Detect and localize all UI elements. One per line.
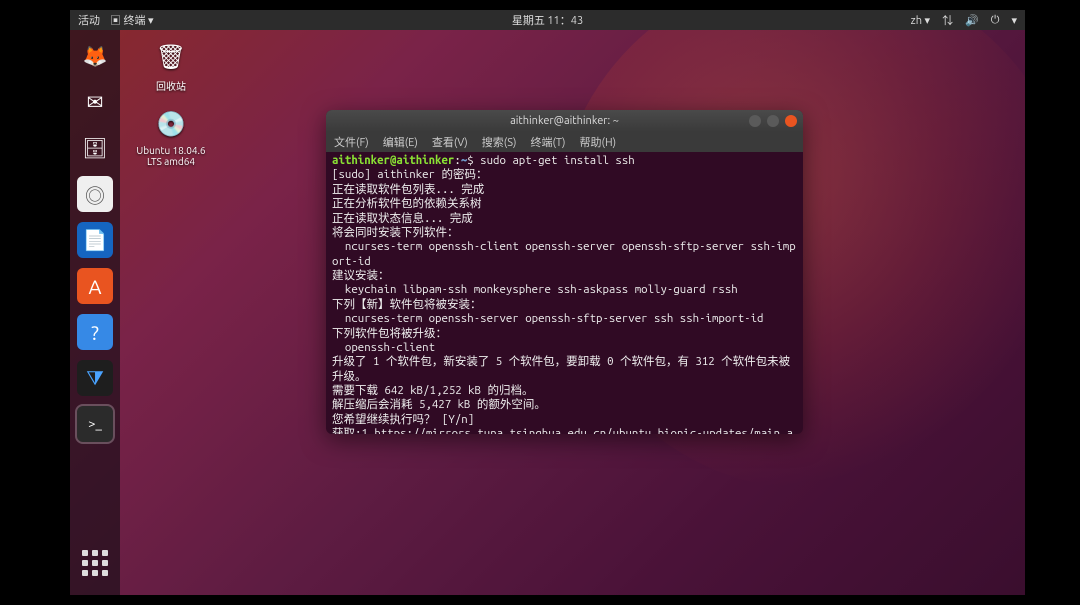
terminal-output[interactable]: aithinker@aithinker:~$ sudo apt-get inst…: [326, 152, 803, 434]
document-icon: 📄: [83, 228, 108, 252]
shopping-bag-icon: A: [89, 275, 102, 298]
desktop-icons-area: 🗑 回收站 💿 Ubuntu 18.04.6 LTS amd64: [136, 40, 206, 167]
trash-label: 回收站: [156, 78, 186, 93]
terminal-line: 获取:1 https://mirrors.tuna.tsinghua.edu.c…: [332, 427, 797, 434]
terminal-indicator-icon: ▣: [110, 15, 121, 27]
terminal-line: ncurses-term openssh-server openssh-sftp…: [332, 312, 797, 326]
gnome-terminal-window[interactable]: aithinker@aithinker: ~ 文件(F) 编辑(E) 查看(V)…: [326, 110, 803, 434]
libreoffice-writer-icon[interactable]: 📄: [77, 222, 113, 258]
prompt-icon: >_: [88, 417, 102, 431]
activities-button[interactable]: 活动: [78, 12, 100, 28]
terminal-dock-icon[interactable]: >_: [77, 406, 113, 442]
terminal-line: keychain libpam-ssh monkeysphere ssh-ask…: [332, 283, 797, 297]
trash-desktop-icon[interactable]: 🗑 回收站: [136, 40, 206, 93]
terminal-line: 将会同时安装下列软件：: [332, 226, 797, 240]
terminal-line: 下列【新】软件包将被安装：: [332, 298, 797, 312]
dvd-icon: 💿: [151, 107, 191, 141]
minimize-button[interactable]: [749, 115, 761, 127]
terminal-line: ncurses-term openssh-client openssh-serv…: [332, 240, 797, 269]
trash-icon: 🗑: [151, 40, 191, 74]
menu-help[interactable]: 帮助(H): [580, 134, 617, 150]
mail-icon: ✉: [87, 90, 104, 114]
terminal-line: 升级了 1 个软件包，新安装了 5 个软件包，要卸载 0 个软件包，有 312 …: [332, 355, 797, 384]
menu-file[interactable]: 文件(F): [334, 134, 369, 150]
drawer-icon: 🗄: [82, 136, 107, 160]
menu-view[interactable]: 查看(V): [432, 134, 468, 150]
terminal-line: 需要下载 642 kB/1,252 kB 的归档。: [332, 384, 797, 398]
terminal-line: 解压缩后会消耗 5,427 kB 的额外空间。: [332, 398, 797, 412]
firefox-icon[interactable]: 🦊: [77, 38, 113, 74]
close-button[interactable]: [785, 115, 797, 127]
rhythmbox-icon[interactable]: ◎: [77, 176, 113, 212]
system-menu-chevron-icon[interactable]: ▾: [1011, 14, 1017, 27]
terminal-menubar: 文件(F) 编辑(E) 查看(V) 搜索(S) 终端(T) 帮助(H): [326, 132, 803, 152]
network-icon[interactable]: ⇅: [942, 12, 953, 28]
input-method-indicator[interactable]: zh ▾: [911, 14, 930, 27]
code-icon: ⧩: [86, 366, 104, 390]
terminal-title: aithinker@aithinker: ~: [326, 115, 803, 127]
terminal-titlebar[interactable]: aithinker@aithinker: ~: [326, 110, 803, 132]
install-media-desktop-icon[interactable]: 💿 Ubuntu 18.04.6 LTS amd64: [136, 107, 206, 167]
menu-edit[interactable]: 编辑(E): [383, 134, 418, 150]
question-icon: ?: [91, 321, 99, 344]
sound-icon[interactable]: 🔊: [965, 14, 979, 27]
terminal-line: 正在读取软件包列表... 完成: [332, 183, 797, 197]
power-icon[interactable]: ⏻: [991, 14, 1000, 27]
terminal-line: 正在分析软件包的依赖关系树: [332, 197, 797, 211]
menu-terminal[interactable]: 终端(T): [530, 134, 565, 150]
gnome-topbar: 活动 ▣ 终端 ▾ 星期五 11：43 zh ▾ ⇅ 🔊 ⏻ ▾: [70, 10, 1025, 30]
ubuntu-dock: 🦊 ✉ 🗄 ◎ 📄 A ? ⧩ >_: [70, 30, 120, 595]
terminal-line: 您希望继续执行吗？ [Y/n]: [332, 413, 797, 427]
vscode-icon[interactable]: ⧩: [77, 360, 113, 396]
disc-icon: ◎: [85, 180, 105, 209]
files-icon[interactable]: 🗄: [77, 130, 113, 166]
terminal-line: openssh-client: [332, 341, 797, 355]
terminal-line: [sudo] aithinker 的密码：: [332, 168, 797, 182]
terminal-line: 下列软件包将被升级：: [332, 327, 797, 341]
menu-search[interactable]: 搜索(S): [482, 134, 517, 150]
terminal-line: 正在读取状态信息... 完成: [332, 212, 797, 226]
maximize-button[interactable]: [767, 115, 779, 127]
help-icon[interactable]: ?: [77, 314, 113, 350]
app-indicator-label: 终端 ▾: [124, 15, 154, 27]
install-media-label: Ubuntu 18.04.6 LTS amd64: [136, 145, 206, 167]
app-indicator[interactable]: ▣ 终端 ▾: [110, 12, 154, 28]
show-applications-icon[interactable]: [77, 545, 113, 581]
ubuntu-software-icon[interactable]: A: [77, 268, 113, 304]
clock[interactable]: 星期五 11：43: [512, 12, 583, 28]
terminal-prompt-line: aithinker@aithinker:~$ sudo apt-get inst…: [332, 154, 797, 168]
thunderbird-icon[interactable]: ✉: [77, 84, 113, 120]
terminal-line: 建议安装：: [332, 269, 797, 283]
